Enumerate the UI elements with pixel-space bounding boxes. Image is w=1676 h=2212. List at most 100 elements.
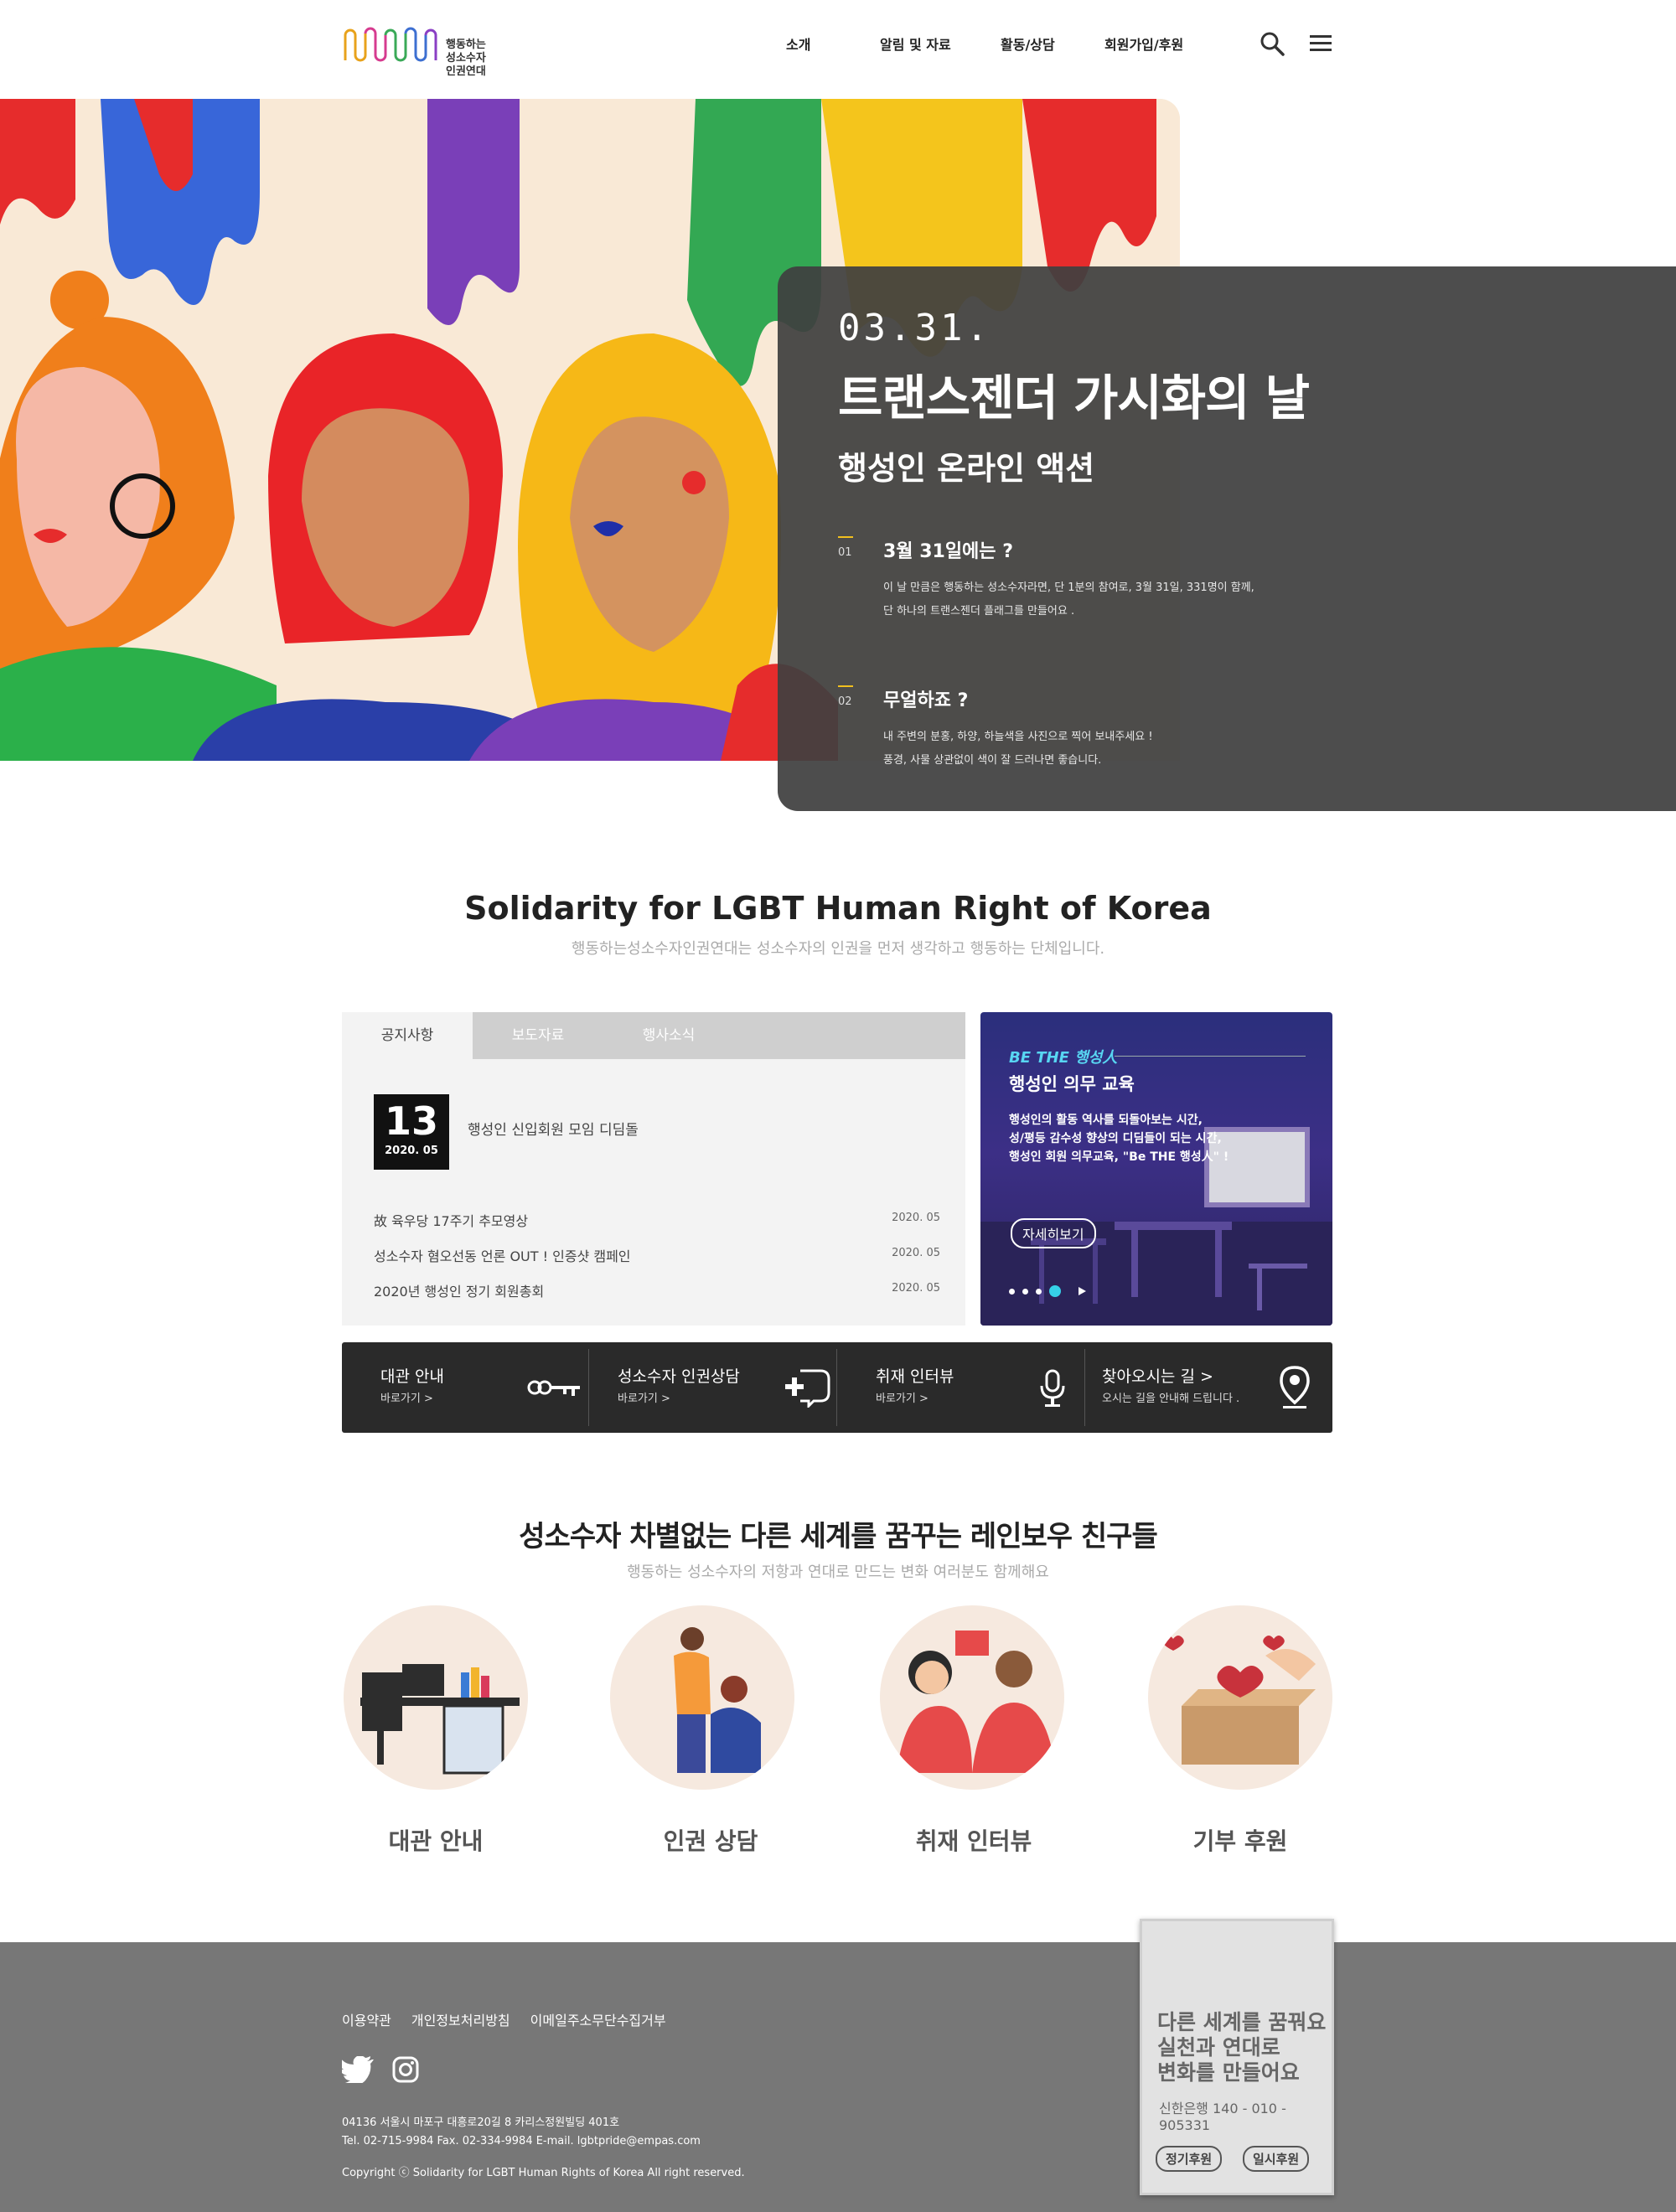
- quick-link-title: 성소수자 인권상담: [618, 1367, 740, 1386]
- quick-link-rental[interactable]: 대관 안내 바로가기 >: [342, 1342, 588, 1433]
- key-icon: [527, 1380, 580, 1396]
- hero-title: 트랜스젠더 가시화의 날: [838, 370, 1310, 426]
- counsel-illustration[interactable]: [610, 1605, 794, 1790]
- list-item-title: 故 육우당 17주기 추모영상: [374, 1213, 529, 1229]
- interview-illustration[interactable]: [880, 1605, 1064, 1790]
- carousel-dot[interactable]: [1022, 1288, 1028, 1295]
- quick-link-interview[interactable]: 취재 인터뷰 바로가기 >: [837, 1342, 1084, 1433]
- banner-description: 행성인의 활동 역사를 되돌아보는 시간, 성/평등 감수성 향상의 디딤들이 …: [1009, 1111, 1229, 1166]
- list-item[interactable]: 故 육우당 17주기 추모영상 2020. 05: [374, 1210, 940, 1230]
- one-time-donation-button[interactable]: 일시후원: [1243, 2146, 1310, 2172]
- footer-link-terms[interactable]: 이용약관: [342, 2009, 391, 2029]
- banner-kicker: BE THE 행성人: [1009, 1049, 1118, 1067]
- friend-label-donate[interactable]: 기부 후원: [1140, 1823, 1341, 1857]
- quick-link-sub: 바로가기 >: [618, 1393, 670, 1405]
- hero-item-desc-line: 단 하나의 트랜스젠더 플래그를 만들어요 .: [883, 605, 1075, 618]
- quick-link-counsel[interactable]: 성소수자 인권상담 바로가기 >: [589, 1342, 836, 1433]
- hero-item-desc-line: 풍경, 사물 상관없이 색이 잘 드러나면 좋습니다.: [883, 754, 1102, 767]
- donate-card: 다른 세계를 꿈꿔요 실천과 연대로 변화를 만들어요 신한은행 140 - 0…: [1140, 1919, 1334, 2195]
- featured-day: 13: [384, 1098, 438, 1144]
- more-button[interactable]: 자세히보기: [1011, 1218, 1096, 1248]
- tab-notice[interactable]: 공지사항: [342, 1012, 473, 1059]
- desk-illustration: [360, 1664, 520, 1775]
- carousel-dot[interactable]: [1036, 1288, 1042, 1295]
- hero-date: 03.31.: [838, 307, 991, 349]
- logo-line-1: 행동하는: [446, 39, 486, 51]
- carousel-dot[interactable]: [1009, 1288, 1015, 1295]
- friend-label-counsel[interactable]: 인권 상담: [610, 1823, 811, 1857]
- rental-illustration[interactable]: [344, 1605, 528, 1790]
- quick-links-bar: 대관 안내 바로가기 > 성소수자 인권상담 바로가기 > 취재 인터뷰 바로가: [342, 1342, 1332, 1433]
- education-banner: BE THE 행성人 행성인 의무 교육 행성인의 활동 역사를 되돌아보는 시…: [980, 1012, 1332, 1326]
- banner-title: 행성인 의무 교육: [1009, 1074, 1135, 1094]
- hero-item-desc: 내 주변의 분홍, 하양, 하늘색을 사진으로 찍어 보내주세요 ! 풍경, 사…: [883, 726, 1153, 773]
- site-logo[interactable]: 행동하는 성소수자 인권연대: [342, 17, 486, 78]
- donate-account: 신한은행 140 - 010 - 905331: [1159, 2101, 1286, 2133]
- list-item[interactable]: 2020년 행성인 정기 회원총회 2020. 05: [374, 1280, 940, 1300]
- hero-item-title: 3월 31일에는 ?: [883, 541, 1013, 562]
- donation-box-illustration: [1162, 1636, 1316, 1765]
- featured-post-title[interactable]: 행성인 신입회원 모임 디딤돌: [468, 1118, 639, 1139]
- footer-link-email-policy[interactable]: 이메일주소무단수집거부: [530, 2009, 666, 2029]
- quick-link-directions[interactable]: 찾아오시는 길 > 오시는 길을 안내해 드립니다 .: [1085, 1342, 1332, 1433]
- nav-item-notice[interactable]: 알림 및 자료: [880, 34, 951, 54]
- featured-year-month: 2020. 05: [385, 1145, 438, 1157]
- donate-message-line: 변화를 만들어요: [1157, 2060, 1300, 2085]
- hero-item-desc: 이 날 만큼은 행동하는 성소수자라면, 단 1분의 참여로, 3월 31일, …: [883, 576, 1254, 623]
- list-item-title: 성소수자 혐오선동 언론 OUT ! 인증샷 캠페인: [374, 1248, 631, 1264]
- logo-text: 행동하는 성소수자 인권연대: [446, 39, 513, 79]
- hero-item-2: 02 무얼하죠 ? 내 주변의 분홍, 하양, 하늘색을 사진으로 찍어 보내주…: [838, 685, 1153, 773]
- dash-marker: [838, 685, 853, 687]
- list-item-date: 2020. 05: [892, 1282, 940, 1295]
- search-icon[interactable]: [1259, 30, 1285, 57]
- twitter-icon[interactable]: [342, 2056, 374, 2083]
- tab-events[interactable]: 행사소식: [603, 1012, 734, 1059]
- play-icon[interactable]: [1077, 1286, 1087, 1296]
- nav-item-join[interactable]: 회원가입/후원: [1104, 34, 1183, 54]
- footer-link-privacy[interactable]: 개인정보처리방침: [411, 2009, 510, 2029]
- microphone-icon: [1040, 1369, 1065, 1407]
- friend-label-rental[interactable]: 대관 안내: [335, 1823, 536, 1857]
- hero-info-panel: 03.31. 트랜스젠더 가시화의 날 행성인 온라인 액션 01 3월 31일…: [778, 266, 1676, 811]
- carousel-dots: [1009, 1285, 1087, 1297]
- people-comfort-illustration: [674, 1627, 761, 1773]
- quick-link-title: 취재 인터뷰: [876, 1367, 954, 1386]
- intro-subtitle: 행동하는성소수자인권연대는 성소수자의 인권을 먼저 생각하고 행동하는 단체입…: [571, 940, 1105, 958]
- footer-address: 04136 서울시 마포구 대흥로20길 8 카리스정원빌딩 401호: [342, 2116, 620, 2129]
- hero-item-1: 01 3월 31일에는 ? 이 날 만큼은 행동하는 성소수자라면, 단 1분의…: [838, 536, 1254, 623]
- donate-illustration[interactable]: [1148, 1605, 1332, 1790]
- nav-item-about[interactable]: 소개: [786, 34, 810, 54]
- list-item-date: 2020. 05: [892, 1212, 940, 1224]
- logo-line-3: 인권연대: [446, 65, 486, 78]
- nav-item-activity[interactable]: 활동/상담: [1001, 34, 1055, 54]
- list-item-date: 2020. 05: [892, 1247, 940, 1259]
- banner-desc-line: 성/평등 감수성 향상의 디딤들이 되는 시간,: [1009, 1132, 1222, 1145]
- instagram-icon[interactable]: [392, 2056, 419, 2083]
- footer-contact: Tel. 02-715-9984 Fax. 02-334-9984 E-mail…: [342, 2135, 701, 2147]
- intro-title: Solidarity for LGBT Human Right of Korea: [464, 890, 1212, 927]
- menu-icon[interactable]: [1307, 30, 1334, 57]
- quick-link-title: 대관 안내: [380, 1367, 444, 1386]
- list-item[interactable]: 성소수자 혐오선동 언론 OUT ! 인증샷 캠페인 2020. 05: [374, 1245, 940, 1265]
- list-item-title: 2020년 행성인 정기 회원총회: [374, 1284, 545, 1300]
- footer-copyright: Copyright ⓒ Solidarity for LGBT Human Ri…: [342, 2167, 745, 2179]
- carousel-dot-active[interactable]: [1049, 1285, 1061, 1297]
- donate-message-line: 실천과 연대로: [1157, 2035, 1280, 2060]
- rainbow-wave-logo: [344, 27, 437, 62]
- friend-label-interview[interactable]: 취재 인터뷰: [873, 1823, 1074, 1857]
- banner-desc-line: 행성인의 활동 역사를 되돌아보는 시간,: [1009, 1114, 1203, 1127]
- regular-donation-button[interactable]: 정기후원: [1156, 2146, 1223, 2172]
- donate-message: 다른 세계를 꿈꿔요 실천과 연대로 변화를 만들어요: [1157, 2010, 1326, 2085]
- map-pin-icon: [1280, 1366, 1310, 1408]
- logo-line-2: 성소수자: [446, 52, 486, 65]
- hero-item-number: 01: [838, 546, 852, 559]
- counsel-icon: [785, 1369, 830, 1408]
- friends-title: 성소수자 차별없는 다른 세계를 꿈꾸는 레인보우 친구들: [519, 1520, 1157, 1553]
- quick-link-sub: 바로가기 >: [876, 1393, 929, 1405]
- quick-link-sub: 바로가기 >: [380, 1393, 433, 1405]
- banner-desc-line: 행성인 회원 의무교육, "Be THE 행성人" !: [1009, 1150, 1229, 1164]
- tab-press[interactable]: 보도자료: [473, 1012, 603, 1059]
- footer-links: 이용약관 개인정보처리방침 이메일주소무단수집거부: [342, 2009, 666, 2029]
- site-footer: 이용약관 개인정보처리방침 이메일주소무단수집거부 04136 서울시 마포구 …: [0, 1942, 1676, 2212]
- quick-link-title: 찾아오시는 길 >: [1102, 1367, 1213, 1386]
